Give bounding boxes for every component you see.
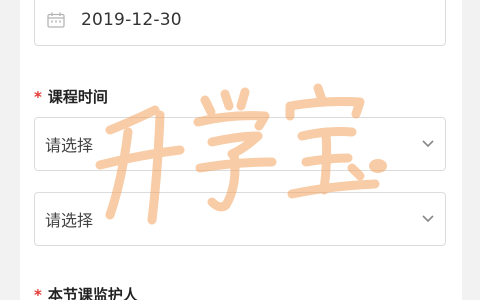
form-card: 2019-12-30 * 课程时间 请选择 请选择 * 本节课监护人: [20, 0, 462, 300]
calendar-icon: [47, 12, 65, 28]
supervisor-label: * 本节课监护人: [34, 284, 138, 300]
date-value: 2019-12-30: [81, 10, 182, 30]
course-time-label-text: 课程时间: [47, 88, 108, 106]
date-field[interactable]: 2019-12-30: [34, 0, 446, 46]
chevron-down-icon: [422, 140, 434, 148]
supervisor-label-text: 本节课监护人: [47, 286, 138, 300]
required-mark: *: [34, 88, 42, 106]
start-time-select[interactable]: 请选择: [34, 117, 446, 171]
required-mark: *: [34, 286, 42, 300]
start-time-select-value: 请选择: [45, 136, 94, 155]
end-time-select-value: 请选择: [45, 211, 94, 230]
end-time-select[interactable]: 请选择: [34, 192, 446, 246]
chevron-down-icon: [422, 215, 434, 223]
course-time-label: * 课程时间: [34, 86, 108, 107]
